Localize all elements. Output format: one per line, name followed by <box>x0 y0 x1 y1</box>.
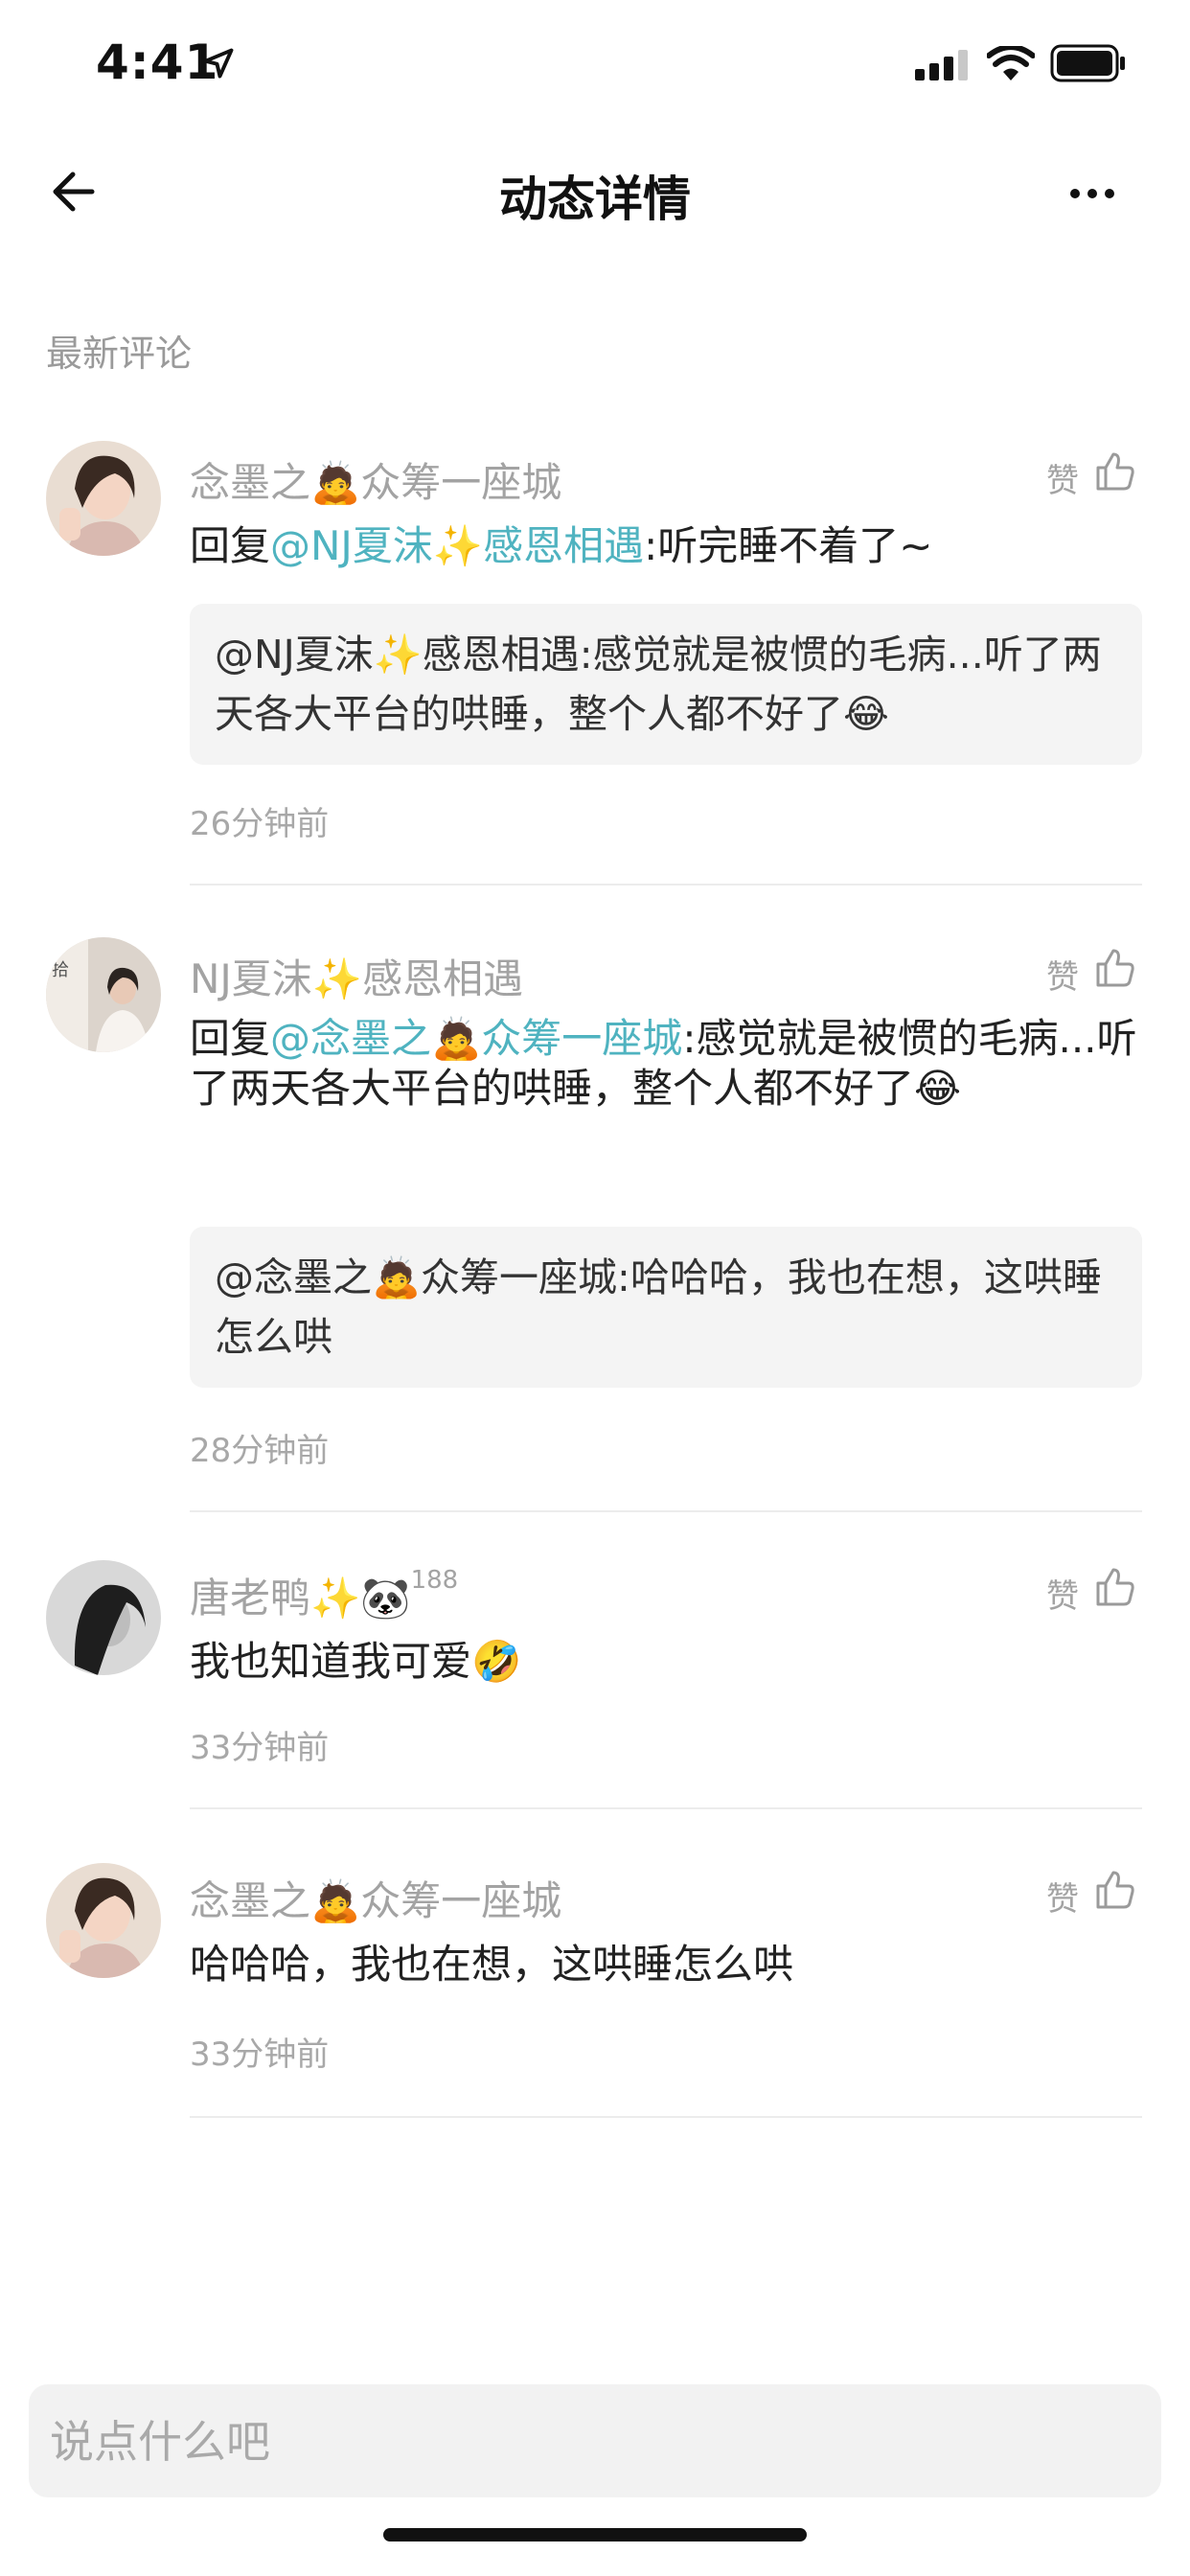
thumbs-up-icon[interactable] <box>1094 1566 1136 1608</box>
quoted-comment[interactable]: @念墨之🙇众筹一座城:哈哈哈，我也在想，这哄睡怎么哄 <box>190 1227 1142 1388</box>
thumbs-up-icon[interactable] <box>1094 450 1136 493</box>
thumbs-up-icon[interactable] <box>1094 947 1136 989</box>
avatar[interactable] <box>46 1560 161 1675</box>
divider <box>190 884 1142 886</box>
divider <box>190 1807 1142 1809</box>
location-arrow-icon <box>203 48 234 79</box>
author-name: 唐老鸭✨🐼 <box>190 1575 411 1622</box>
comment-timestamp: 26分钟前 <box>190 805 330 843</box>
like-label[interactable]: 赞 <box>1046 1570 1079 1617</box>
battery-icon <box>1050 44 1125 82</box>
wifi-icon <box>987 46 1035 80</box>
comment-author[interactable]: 念墨之🙇众筹一座城 <box>190 450 561 509</box>
like-label[interactable]: 赞 <box>1046 1873 1079 1920</box>
divider <box>190 2116 1142 2118</box>
svg-text:拾: 拾 <box>52 960 69 980</box>
avatar[interactable] <box>46 441 161 556</box>
more-options-icon[interactable] <box>1064 165 1121 222</box>
navigation-bar: 动态详情 <box>0 144 1190 240</box>
comment-timestamp: 28分钟前 <box>190 1432 330 1470</box>
reply-mention[interactable]: @念墨之🙇众筹一座城 <box>270 1015 682 1062</box>
avatar[interactable] <box>46 1863 161 1978</box>
like-label[interactable]: 赞 <box>1046 951 1079 998</box>
comment-author[interactable]: 念墨之🙇众筹一座城 <box>190 1869 561 1927</box>
reply-mention[interactable]: @NJ夏沫✨感恩相遇 <box>270 522 644 569</box>
divider <box>190 1510 1142 1512</box>
comment-timestamp: 33分钟前 <box>190 2036 330 2074</box>
status-bar: 4:41 <box>0 0 1190 125</box>
avatar[interactable]: 拾 <box>46 937 161 1052</box>
comment-text-content: :听完睡不着了~ <box>644 522 933 569</box>
quoted-comment[interactable]: @NJ夏沫✨感恩相遇:感觉就是被惯的毛病...听了两天各大平台的哄睡，整个人都不… <box>190 604 1142 765</box>
home-indicator <box>383 2528 807 2542</box>
section-label-latest-comments: 最新评论 <box>46 333 193 375</box>
comment-input[interactable] <box>48 2384 1144 2499</box>
comment-input-bar <box>29 2384 1161 2499</box>
comment-text: 哈哈哈，我也在想，这哄睡怎么哄 <box>190 1941 794 1988</box>
reply-prefix: 回复 <box>190 522 271 569</box>
like-label[interactable]: 赞 <box>1046 454 1079 501</box>
comment-text: 我也知道我可爱🤣 <box>190 1638 522 1685</box>
comment-timestamp: 33分钟前 <box>190 1729 330 1767</box>
comment-text: 回复@NJ夏沫✨感恩相遇:听完睡不着了~ <box>190 519 1142 573</box>
comment-author[interactable]: NJ夏沫✨感恩相遇 <box>190 947 523 1005</box>
thumbs-up-icon[interactable] <box>1094 1869 1136 1911</box>
comment-text: 回复@念墨之🙇众筹一座城:感觉就是被惯的毛病...听了两天各大平台的哄睡，整个人… <box>190 1014 1142 1114</box>
page-title: 动态详情 <box>499 172 691 227</box>
cellular-signal-icon <box>915 50 968 80</box>
comment-author[interactable]: 唐老鸭✨🐼188 <box>190 1566 458 1624</box>
author-badge: 188 <box>410 1566 459 1595</box>
reply-prefix: 回复 <box>190 1015 271 1062</box>
